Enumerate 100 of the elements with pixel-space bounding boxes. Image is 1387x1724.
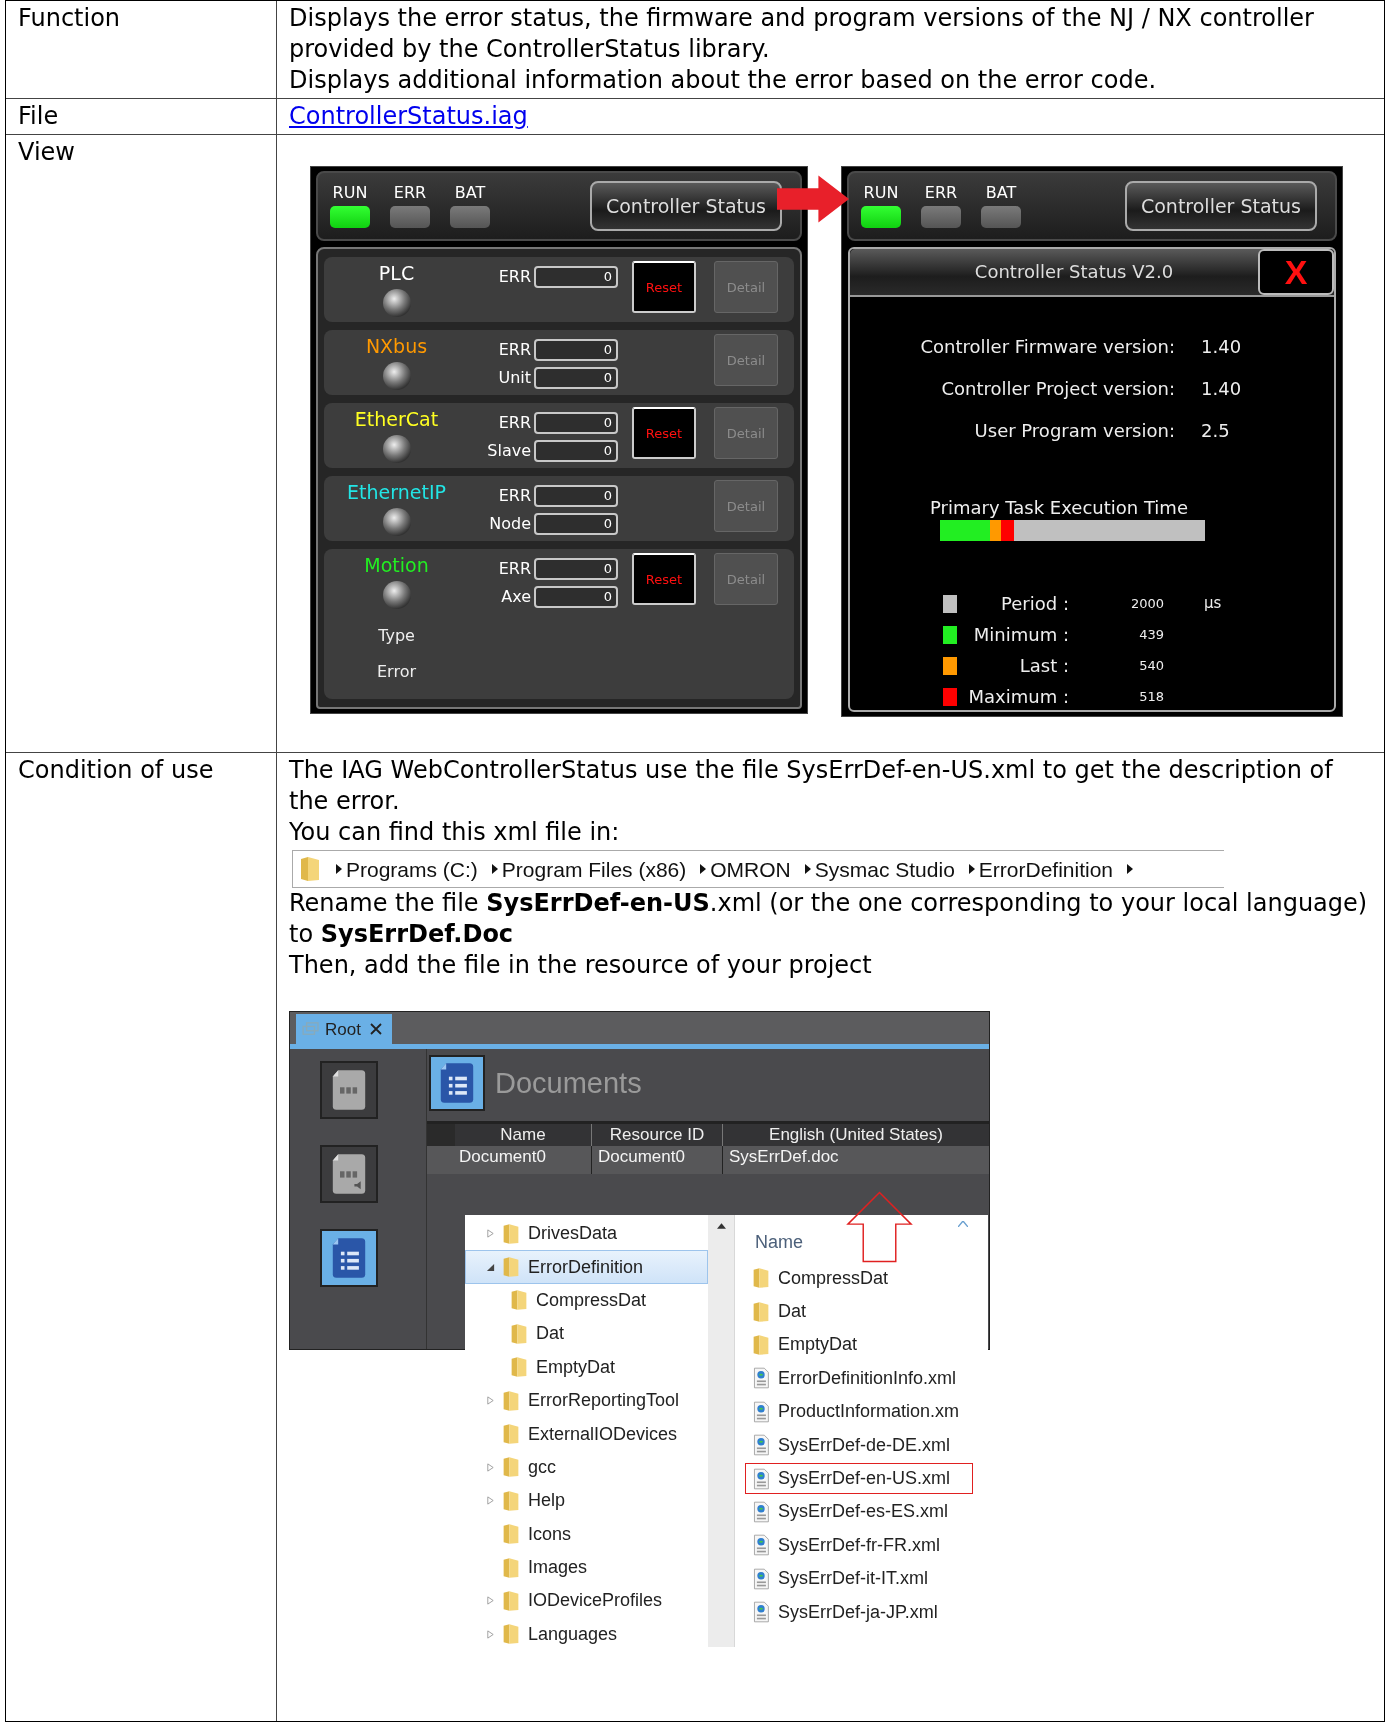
indicator-light-icon (381, 580, 412, 610)
row-label: Function (18, 4, 121, 32)
file-item[interactable]: Dat (745, 1296, 973, 1327)
legend-value: 518 (1138, 688, 1164, 706)
field-label: ERR (497, 413, 531, 433)
chevron-icon[interactable] (699, 863, 708, 875)
folder-icon (502, 1222, 520, 1245)
value-field: 0 (534, 412, 618, 434)
close-icon[interactable] (369, 1023, 382, 1035)
version-label: Controller Firmware version: (919, 335, 1175, 359)
legend-label: Maximum : (967, 685, 1069, 709)
xml-file-icon (752, 1567, 770, 1590)
documents-icon (429, 1055, 485, 1111)
version-value: 1.40 (1200, 377, 1243, 401)
folder-icon (502, 1590, 520, 1612)
file-item[interactable]: SysErrDef-fr-FR.xml (745, 1530, 973, 1561)
led-label: RUN (332, 184, 368, 202)
chevron-icon[interactable] (1126, 863, 1135, 875)
folder-icon (502, 1556, 520, 1579)
field-label: Slave (486, 441, 531, 461)
folder-icon (510, 1356, 528, 1379)
file-item[interactable]: SysErrDef-es-ES.xml (745, 1496, 973, 1528)
task-title: Primary Task Execution Time (930, 496, 1189, 520)
field-label: ERR (497, 486, 531, 506)
folder-icon (510, 1289, 528, 1312)
folder-icon (502, 1623, 520, 1646)
description-text: The IAG WebControllerStatus use the file SysErrDef-en-US.xml to get the description of the error. (289, 755, 1335, 817)
root-tab[interactable]: Root (296, 1014, 392, 1044)
led-label: BAT (985, 184, 1017, 202)
field-label: ERR (497, 267, 531, 287)
section-label: Error (377, 662, 416, 682)
tree-item[interactable]: CompressDat (465, 1283, 708, 1318)
scroll-up-icon[interactable] (716, 1223, 726, 1229)
breadcrumb-item[interactable]: Programs (C:) (346, 853, 478, 885)
field-label: ERR (497, 340, 531, 360)
folder-icon (752, 1267, 770, 1290)
field-label: Unit (497, 368, 531, 388)
tree-item[interactable]: gcc (465, 1450, 708, 1485)
sidebar-button[interactable] (320, 1145, 378, 1203)
tree-item[interactable]: IODeviceProfiles (465, 1584, 708, 1618)
tree-item[interactable]: ErrorDefinition (465, 1250, 708, 1284)
scrollbar[interactable] (708, 1215, 735, 1647)
tree-item[interactable]: ErrorReportingTool (465, 1383, 708, 1418)
controller-status-button[interactable]: Controller Status (1125, 181, 1317, 231)
version-label: User Program version: (973, 419, 1175, 443)
table-row[interactable]: Document0 Document0 SysErrDef.doc (427, 1146, 989, 1174)
field-label: Axe (500, 587, 531, 607)
breadcrumb-item[interactable]: Program Files (x86) (501, 853, 687, 885)
reset-button[interactable]: Reset (632, 407, 696, 459)
led-label: RUN (863, 184, 899, 202)
led-label: ERR (924, 184, 958, 202)
sidebar-button[interactable] (320, 1229, 378, 1287)
controller-status-button[interactable]: Controller Status (590, 181, 782, 231)
column-header[interactable]: Name (755, 1227, 803, 1258)
tree-item[interactable]: Images (465, 1550, 708, 1585)
arrow-icon (777, 174, 849, 224)
tree-item[interactable]: DrivesData (465, 1217, 708, 1251)
sidebar-button[interactable] (320, 1061, 378, 1119)
file-item[interactable]: SysErrDef-it-IT.xml (745, 1563, 973, 1594)
folder-icon (752, 1300, 770, 1323)
file-item[interactable]: ProductInformation.xm (745, 1396, 973, 1427)
close-button[interactable]: X (1258, 249, 1334, 295)
file-item[interactable]: SysErrDef-en-US.xml (745, 1463, 973, 1494)
indicator-light-icon (381, 434, 412, 464)
xml-file-icon (752, 1367, 770, 1390)
xml-file-icon (752, 1601, 770, 1624)
chevron-icon[interactable] (803, 863, 812, 875)
chevron-icon[interactable] (967, 863, 976, 875)
collapse-icon[interactable] (486, 1262, 495, 1272)
section-name: Motion (364, 553, 429, 577)
tree-item[interactable]: Icons (465, 1517, 708, 1551)
legend-label: Minimum : (972, 623, 1069, 647)
reset-button[interactable]: Reset (632, 261, 696, 313)
tree-item[interactable]: Dat (465, 1317, 708, 1351)
legend-value: 2000 (1129, 595, 1164, 613)
folder-icon (510, 1322, 528, 1345)
tree-item[interactable]: Languages (465, 1617, 708, 1652)
description-text: You can find this xml file in: (289, 817, 621, 848)
breadcrumb-item[interactable]: Sysmac Studio (814, 853, 955, 885)
chevron-icon[interactable] (335, 863, 343, 875)
column-header: English (United States) (768, 1124, 944, 1146)
arrow-icon (846, 1191, 913, 1263)
file-item[interactable]: EmptyDat (745, 1329, 973, 1361)
chevron-icon[interactable] (490, 863, 499, 875)
folder-icon (502, 1489, 520, 1512)
file-item[interactable]: ErrorDefinitionInfo.xml (745, 1363, 973, 1394)
tree-item[interactable]: EmptyDat (465, 1350, 708, 1384)
tree-item[interactable]: ExternalIODevices (465, 1417, 708, 1451)
file-item[interactable]: SysErrDef-ja-JP.xml (745, 1596, 973, 1628)
breadcrumb-item[interactable]: OMRON (710, 853, 791, 885)
page-title: Documents (495, 1067, 642, 1099)
breadcrumb-item[interactable]: ErrorDefinition (978, 853, 1114, 885)
tree-item[interactable]: Help (465, 1484, 708, 1518)
section-name: PLC (378, 261, 415, 285)
reset-button[interactable]: Reset (632, 553, 696, 605)
file-item[interactable]: SysErrDef-de-DE.xml (745, 1429, 973, 1461)
file-link[interactable]: ControllerStatus.iag (289, 102, 528, 130)
section-name: EtherCat (354, 407, 439, 431)
file-item[interactable]: CompressDat (745, 1263, 973, 1294)
value-field: 0 (534, 266, 618, 288)
